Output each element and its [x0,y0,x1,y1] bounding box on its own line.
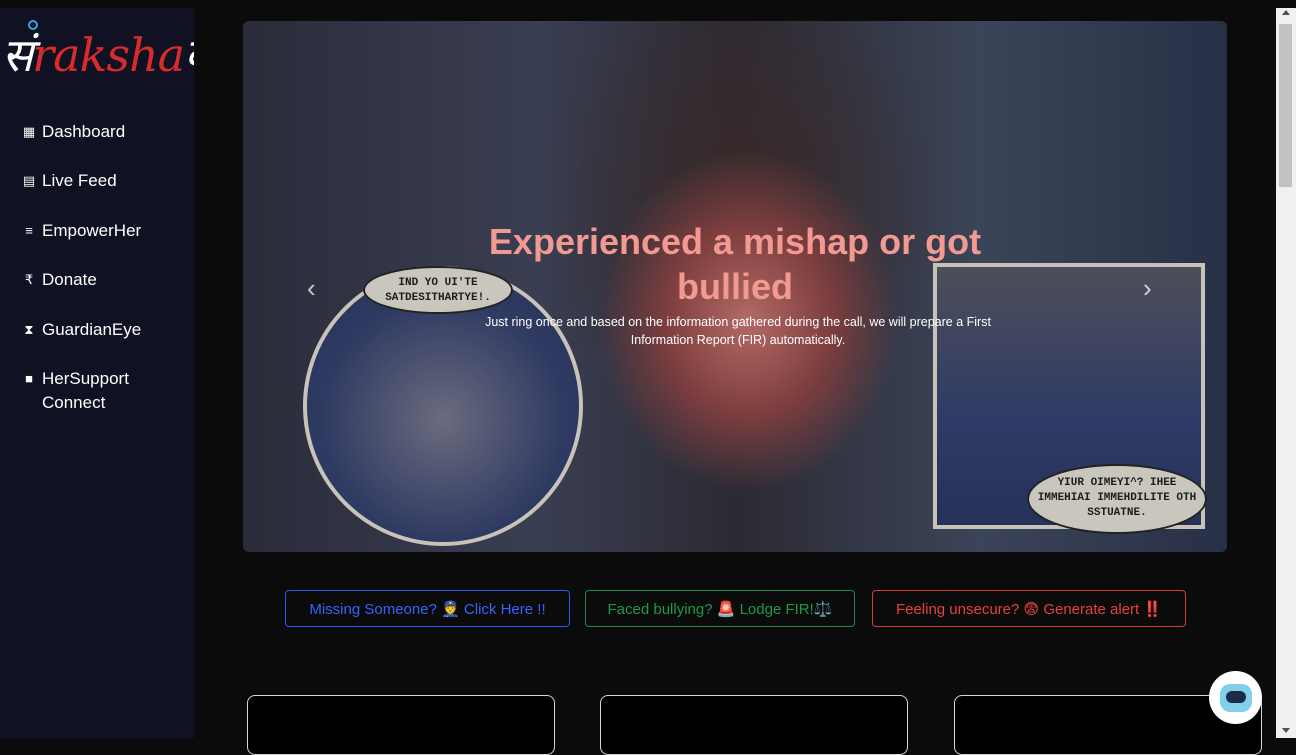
speech-bubble-right: YIUR OIMEYI^? IHEE IMMEHIAI IMMEHDILITE … [1027,464,1207,534]
hero-title: Experienced a mishap or got bullied [488,221,982,307]
scrollbar[interactable] [1276,8,1296,738]
rupee-icon: ₹ [24,272,34,288]
video-camera-icon: ■ [25,370,33,386]
robot-icon [1219,683,1252,712]
generate-alert-button[interactable]: Feeling unsecure? 😨 Generate alert ‼️ [872,590,1186,627]
sidebar-nav: ▦ Dashboard ▤ Live Feed ≡ EmpowerHer ₹ D… [20,120,190,427]
list-icon: ≡ [25,222,33,238]
sidebar-item-empowerher[interactable]: ≡ EmpowerHer [20,219,190,268]
hero-carousel: IND YO UI'TE SATDESITHARTYE!. YIUR OIMEY… [243,21,1227,552]
sidebar-item-hersupport-connect[interactable]: ■ HerSupport Connect [20,367,190,427]
hourglass-icon: ⧗ [24,321,34,337]
newspaper-icon: ▤ [22,173,36,189]
sidebar-item-guardianeye[interactable]: ⧗ GuardianEye [20,318,190,367]
scroll-thumb[interactable] [1279,24,1292,187]
scroll-up-icon[interactable] [1282,10,1290,15]
feature-card[interactable] [600,695,908,755]
sidebar-item-label: HerSupport Connect [42,368,129,412]
missing-someone-button[interactable]: Missing Someone? 👮 Click Here !! [285,590,570,627]
carousel-next-icon[interactable]: › [1143,273,1152,304]
sidebar-item-donate[interactable]: ₹ Donate [20,268,190,317]
sidebar-item-live-feed[interactable]: ▤ Live Feed [20,169,190,218]
sidebar-item-label: EmpowerHer [42,220,142,240]
lodge-fir-button[interactable]: Faced bullying? 🚨 Lodge FIR!⚖️ [585,590,855,627]
sidebar: संrakshaक ▦ Dashboard ▤ Live Feed ≡ Empo… [0,8,219,738]
carousel-prev-icon[interactable]: ‹ [307,273,316,304]
sidebar-item-label: Dashboard [42,122,126,141]
grid-icon: ▦ [22,124,36,139]
sidebar-item-dashboard[interactable]: ▦ Dashboard [20,120,190,169]
feature-card[interactable] [247,695,555,755]
logo[interactable]: संrakshaक [2,20,219,92]
sidebar-item-label: Donate [42,270,97,290]
logo-text: संrakshaक [2,28,219,82]
hero-subtitle: Just ring once and based on the informat… [485,315,991,347]
sidebar-item-label: GuardianEye [42,319,142,339]
main-content: IND YO UI'TE SATDESITHARTYE!. YIUR OIMEY… [194,8,1276,755]
scroll-down-icon[interactable] [1282,728,1290,733]
chatbot-button[interactable] [1209,671,1262,724]
top-strip [0,0,1296,8]
sidebar-item-label: Live Feed [42,171,117,191]
